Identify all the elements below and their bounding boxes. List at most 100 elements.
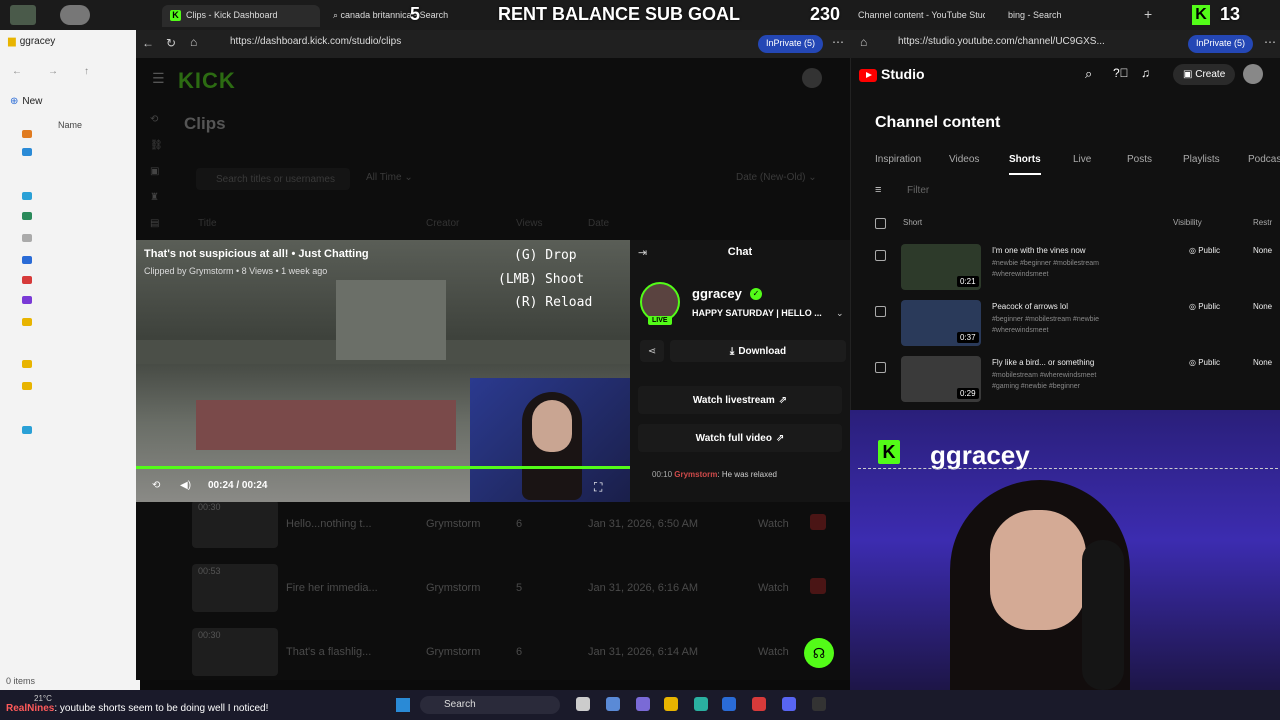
home-icon[interactable]: ⌂: [190, 35, 197, 49]
table-row[interactable]: 00:30 That's a flashlig... Grymstorm 6 J…: [192, 628, 832, 680]
tab-youtube-studio[interactable]: Channel content - YouTube Studio: [850, 5, 985, 27]
folder-icon[interactable]: [22, 318, 32, 326]
documents-icon[interactable]: [22, 234, 32, 242]
copilot-icon[interactable]: [606, 697, 620, 711]
row-checkbox[interactable]: [875, 306, 886, 317]
task-view-icon[interactable]: [576, 697, 590, 711]
support-chat-button[interactable]: ☊: [804, 638, 834, 668]
help-icon[interactable]: ?⃝: [1113, 66, 1129, 80]
this-pc-icon[interactable]: [22, 426, 32, 434]
column-header-title[interactable]: Title: [198, 218, 217, 229]
clip-player[interactable]: That's not suspicious at all! • Just Cha…: [136, 240, 630, 502]
refresh-icon[interactable]: ↻: [166, 36, 176, 50]
store-icon[interactable]: [722, 697, 736, 711]
new-tab-button[interactable]: +: [1144, 6, 1152, 22]
sidebar-bank-icon[interactable]: ▤: [150, 218, 159, 229]
column-header-visibility[interactable]: Visibility: [1173, 218, 1202, 227]
edge-icon[interactable]: [694, 697, 708, 711]
column-header-date[interactable]: Date: [588, 218, 609, 229]
share-button[interactable]: ⋖: [640, 340, 664, 362]
short-row[interactable]: 0:37 Peacock of arrows lol #beginner #mo…: [851, 300, 1280, 356]
delete-button[interactable]: [810, 578, 826, 594]
taskbar-search[interactable]: Search: [420, 696, 560, 714]
replay-icon[interactable]: ⟲: [152, 480, 160, 491]
row-checkbox[interactable]: [875, 362, 886, 373]
channel-name[interactable]: ggracey: [692, 286, 742, 301]
progress-bar[interactable]: [136, 466, 630, 469]
watch-livestream-button[interactable]: Watch livestream ⇗: [638, 386, 842, 414]
row-checkbox[interactable]: [875, 250, 886, 261]
more-icon[interactable]: ⋯: [1264, 35, 1276, 49]
address-bar[interactable]: https://dashboard.kick.com/studio/clips: [230, 36, 401, 47]
videos-icon[interactable]: [22, 296, 32, 304]
watch-button[interactable]: Watch: [758, 518, 789, 530]
download-button[interactable]: ⤓ Download: [670, 340, 846, 362]
home-icon[interactable]: ⌂: [860, 35, 867, 49]
more-icon[interactable]: ⋯: [832, 35, 844, 49]
avatar[interactable]: [802, 68, 822, 88]
watch-button[interactable]: Watch: [758, 646, 789, 658]
tab-videos[interactable]: Videos: [949, 154, 979, 165]
watch-button[interactable]: Watch: [758, 582, 789, 594]
bell-icon[interactable]: ♫: [1141, 66, 1150, 80]
search-input[interactable]: Search titles or usernames: [196, 168, 350, 190]
tab-bing[interactable]: bing - Search: [1000, 5, 1135, 27]
volume-icon[interactable]: ◀): [180, 480, 191, 491]
sidebar-clips-icon[interactable]: ⟲: [150, 114, 158, 125]
watch-full-video-button[interactable]: Watch full video ⇗: [638, 424, 842, 452]
tab-podcasts[interactable]: Podcasts: [1248, 154, 1280, 165]
forward-icon[interactable]: →: [48, 66, 58, 77]
windows-start-icon[interactable]: [396, 698, 410, 712]
search-icon[interactable]: ⌕: [1085, 66, 1092, 82]
obs-icon[interactable]: [812, 697, 826, 711]
sidebar-link-icon[interactable]: ⛓: [150, 140, 163, 151]
studio-logo[interactable]: Studio: [859, 66, 925, 82]
weather-widget[interactable]: 21°C: [34, 694, 52, 703]
tab-kick-dashboard[interactable]: K Clips - Kick Dashboard: [162, 5, 320, 27]
visibility-status[interactable]: ◎ Public: [1189, 302, 1220, 311]
fullscreen-icon[interactable]: ⛶: [594, 480, 602, 495]
back-icon[interactable]: ←: [12, 66, 22, 77]
tab-shorts[interactable]: Shorts: [1009, 154, 1041, 175]
short-title[interactable]: Fly like a bird... or something: [992, 358, 1094, 367]
tab-search[interactable]: ⌕ canada britannica - Search: [325, 5, 475, 27]
filter-input[interactable]: Filter: [907, 185, 929, 196]
home-icon[interactable]: [22, 130, 32, 138]
short-title[interactable]: Peacock of arrows lol: [992, 302, 1068, 311]
delete-button[interactable]: [810, 514, 826, 530]
short-title[interactable]: I'm one with the vines now: [992, 246, 1086, 255]
name-column-header[interactable]: Name: [58, 120, 82, 130]
column-header-restrictions[interactable]: Restr: [1253, 218, 1272, 227]
folder-icon[interactable]: [22, 360, 32, 368]
table-row[interactable]: 00:30 Hello...nothing t... Grymstorm 6 J…: [192, 500, 832, 552]
short-row[interactable]: 0:21 I'm one with the vines now #newbie …: [851, 244, 1280, 300]
filter-icon[interactable]: ≡: [875, 184, 881, 196]
tab-playlists[interactable]: Playlists: [1183, 154, 1220, 165]
discord-icon[interactable]: [782, 697, 796, 711]
visibility-status[interactable]: ◎ Public: [1189, 246, 1220, 255]
back-icon[interactable]: ←: [142, 36, 154, 50]
column-header-views[interactable]: Views: [516, 218, 543, 229]
column-header-creator[interactable]: Creator: [426, 218, 459, 229]
chat-message-user[interactable]: Grymstorm: [674, 470, 717, 479]
create-button[interactable]: ▣ Create: [1173, 64, 1236, 85]
visibility-status[interactable]: ◎ Public: [1189, 358, 1220, 367]
tab-posts[interactable]: Posts: [1127, 154, 1152, 165]
gallery-icon[interactable]: [22, 148, 32, 156]
menu-icon[interactable]: ☰: [152, 70, 165, 87]
folder-icon[interactable]: [22, 382, 32, 390]
music-icon[interactable]: [22, 276, 32, 284]
app-icon[interactable]: [752, 697, 766, 711]
explorer-folder-tab[interactable]: ▆ ggracey: [8, 36, 55, 47]
tab-live[interactable]: Live: [1073, 154, 1091, 165]
kick-logo[interactable]: KICK: [178, 68, 236, 94]
short-row[interactable]: 0:29 Fly like a bird... or something #mo…: [851, 356, 1280, 412]
tab-inspiration[interactable]: Inspiration: [875, 154, 921, 165]
sidebar-trophy-icon[interactable]: ♜: [150, 192, 159, 203]
avatar[interactable]: [1243, 64, 1263, 84]
pictures-icon[interactable]: [22, 256, 32, 264]
time-filter-select[interactable]: All Time ⌄: [366, 172, 413, 183]
inprivate-badge[interactable]: InPrivate (5): [758, 35, 824, 53]
desktop-icon[interactable]: [22, 192, 32, 200]
downloads-icon[interactable]: [22, 212, 32, 220]
